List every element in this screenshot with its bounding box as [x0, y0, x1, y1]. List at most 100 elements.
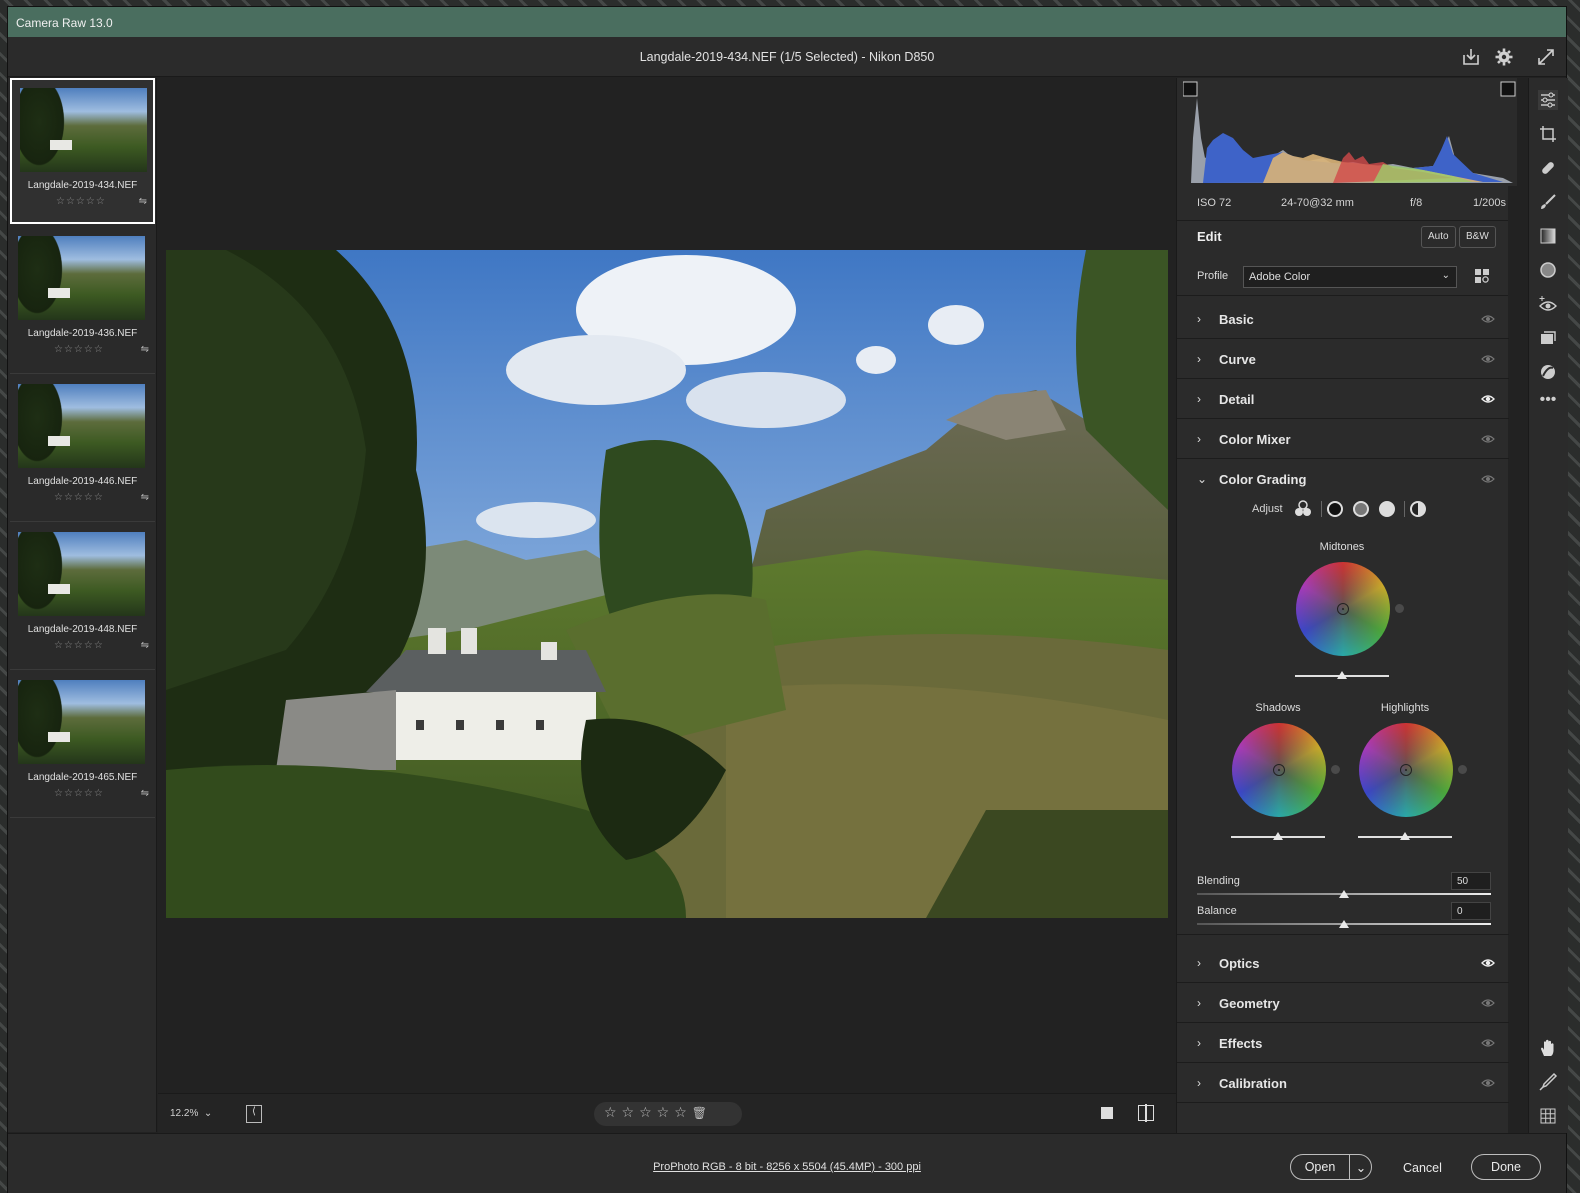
brush-icon[interactable] [1538, 192, 1558, 212]
eye-icon[interactable] [1481, 433, 1495, 445]
slider-thumb[interactable] [1273, 832, 1283, 840]
slider-thumb[interactable] [1337, 671, 1347, 679]
edit-header: Edit Auto B&W [1177, 220, 1508, 256]
save-image-icon[interactable] [1461, 47, 1481, 67]
done-button[interactable]: Done [1471, 1154, 1541, 1180]
section-title: Color Grading [1219, 472, 1307, 487]
profile-dropdown[interactable]: Adobe Color ⌄ [1243, 266, 1457, 288]
chevron-down-icon: ⌄ [1441, 270, 1450, 281]
midtones-luminance-slider[interactable] [1295, 671, 1389, 679]
thumbnail-image [18, 532, 145, 616]
thumbnail-rating[interactable]: ☆☆☆☆☆ [56, 196, 106, 207]
color-sampler-icon[interactable] [1538, 1072, 1558, 1092]
balance-slider[interactable] [1197, 920, 1491, 928]
blending-slider[interactable] [1197, 890, 1491, 898]
highlights-label: Highlights [1380, 702, 1430, 714]
section-color-mixer[interactable]: › Color Mixer [1177, 419, 1509, 459]
section-effects[interactable]: › Effects [1177, 1023, 1509, 1063]
red-eye-icon[interactable] [1538, 294, 1558, 314]
filmstrip-item[interactable]: Langdale-2019-465.NEF ☆☆☆☆☆ ⇋ [10, 672, 155, 818]
balance-value-input[interactable]: 0 [1451, 902, 1491, 920]
midtones-color-wheel[interactable] [1296, 562, 1404, 656]
wheel-saturation-knob[interactable] [1458, 765, 1467, 774]
open-button-group: Open ⌄ [1290, 1154, 1372, 1180]
main-photo-preview[interactable] [166, 250, 1168, 918]
filmstrip-item[interactable]: Langdale-2019-448.NEF ☆☆☆☆☆ ⇋ [10, 524, 155, 670]
single-view-icon[interactable] [1101, 1107, 1113, 1119]
section-title: Color Mixer [1219, 432, 1291, 447]
filmstrip-item[interactable]: Langdale-2019-436.NEF ☆☆☆☆☆ ⇋ [10, 228, 155, 374]
chevron-down-icon: ⌄ [1197, 472, 1208, 486]
wheel-handle[interactable] [1273, 764, 1285, 776]
zoom-value: 12.2% [170, 1108, 199, 1119]
fullscreen-icon[interactable] [1536, 47, 1556, 67]
highlights-color-wheel[interactable] [1359, 723, 1467, 817]
wheel-saturation-knob[interactable] [1395, 604, 1404, 613]
eye-icon[interactable] [1481, 313, 1495, 325]
section-optics[interactable]: › Optics [1177, 943, 1509, 983]
wheel-handle[interactable] [1400, 764, 1412, 776]
profile-browser-icon[interactable] [1475, 269, 1489, 283]
section-geometry[interactable]: › Geometry [1177, 983, 1509, 1023]
three-way-icon[interactable] [1294, 500, 1312, 518]
more-options-icon[interactable]: ••• [1538, 392, 1558, 414]
divider [1321, 501, 1322, 517]
eye-icon[interactable] [1481, 997, 1495, 1009]
cancel-button[interactable]: Cancel [1403, 1161, 1442, 1175]
blending-value-input[interactable]: 50 [1451, 872, 1491, 890]
shadows-luminance-slider[interactable] [1231, 832, 1325, 840]
wheel-handle[interactable] [1337, 603, 1349, 615]
thumbnail-rating[interactable]: ☆☆☆☆☆ [54, 788, 104, 799]
linear-gradient-icon[interactable] [1538, 226, 1558, 246]
edit-sliders-icon[interactable] [1538, 90, 1558, 110]
wheel-saturation-knob[interactable] [1331, 765, 1340, 774]
shadows-color-wheel[interactable] [1232, 723, 1340, 817]
slider-thumb[interactable] [1400, 832, 1410, 840]
midtones-view-icon[interactable] [1353, 501, 1369, 517]
dialog-footer: ProPhoto RGB - 8 bit - 8256 x 5504 (45.4… [8, 1133, 1566, 1193]
zoom-level[interactable]: 12.2% ⌄ [170, 1108, 212, 1119]
hand-icon[interactable] [1538, 1038, 1558, 1058]
thumbnail-rating[interactable]: ☆☆☆☆☆ [54, 492, 104, 503]
open-options-chevron-down-icon[interactable]: ⌄ [1351, 1160, 1371, 1175]
eye-icon[interactable] [1481, 473, 1495, 485]
eye-icon[interactable] [1481, 1037, 1495, 1049]
highlights-view-icon[interactable] [1379, 501, 1395, 517]
thumbnail-rating[interactable]: ☆☆☆☆☆ [54, 640, 104, 651]
toggle-filmstrip-icon[interactable]: ⟨ [246, 1105, 262, 1123]
thumbnail-rating[interactable]: ☆☆☆☆☆ [54, 344, 104, 355]
shadows-view-icon[interactable] [1327, 501, 1343, 517]
filmstrip-item[interactable]: Langdale-2019-434.NEF ☆☆☆☆☆ ⇋ [10, 78, 155, 224]
slider-thumb[interactable] [1339, 920, 1349, 928]
balance-label: Balance [1197, 905, 1237, 917]
crop-icon[interactable] [1538, 124, 1558, 144]
open-button[interactable]: Open [1291, 1160, 1349, 1174]
eye-icon[interactable] [1481, 353, 1495, 365]
auto-button[interactable]: Auto [1421, 226, 1456, 248]
healing-icon[interactable] [1538, 158, 1558, 178]
section-basic[interactable]: › Basic [1177, 299, 1509, 339]
gear-icon[interactable] [1494, 47, 1514, 67]
edit-panel: ISO 72 24-70@32 mm f/8 1/200s Edit Auto … [1176, 78, 1517, 1133]
exif-shutter: 1/200s [1473, 197, 1507, 209]
slider-thumb[interactable] [1339, 890, 1349, 898]
midtones-label: Midtones [1319, 541, 1365, 553]
presets-icon[interactable] [1538, 362, 1558, 382]
section-title: Optics [1219, 956, 1260, 971]
global-view-icon[interactable] [1410, 501, 1426, 517]
snapshots-icon[interactable] [1538, 328, 1558, 348]
section-calibration[interactable]: › Calibration [1177, 1063, 1509, 1103]
trash-icon[interactable]: 🗑 [692, 1106, 707, 1120]
section-detail[interactable]: › Detail [1177, 379, 1509, 419]
section-curve[interactable]: › Curve [1177, 339, 1509, 379]
eye-icon[interactable] [1481, 957, 1495, 969]
highlights-luminance-slider[interactable] [1358, 832, 1452, 840]
bw-button[interactable]: B&W [1459, 226, 1496, 248]
radial-gradient-icon[interactable] [1538, 260, 1558, 280]
eye-icon[interactable] [1481, 1077, 1495, 1089]
filmstrip-item[interactable]: Langdale-2019-446.NEF ☆☆☆☆☆ ⇋ [10, 376, 155, 522]
eye-icon[interactable] [1481, 393, 1495, 405]
grid-overlay-icon[interactable] [1538, 1106, 1558, 1126]
rating-stars[interactable]: ☆☆☆☆☆🗑 [594, 1102, 742, 1126]
before-after-icon[interactable] [1138, 1104, 1154, 1122]
